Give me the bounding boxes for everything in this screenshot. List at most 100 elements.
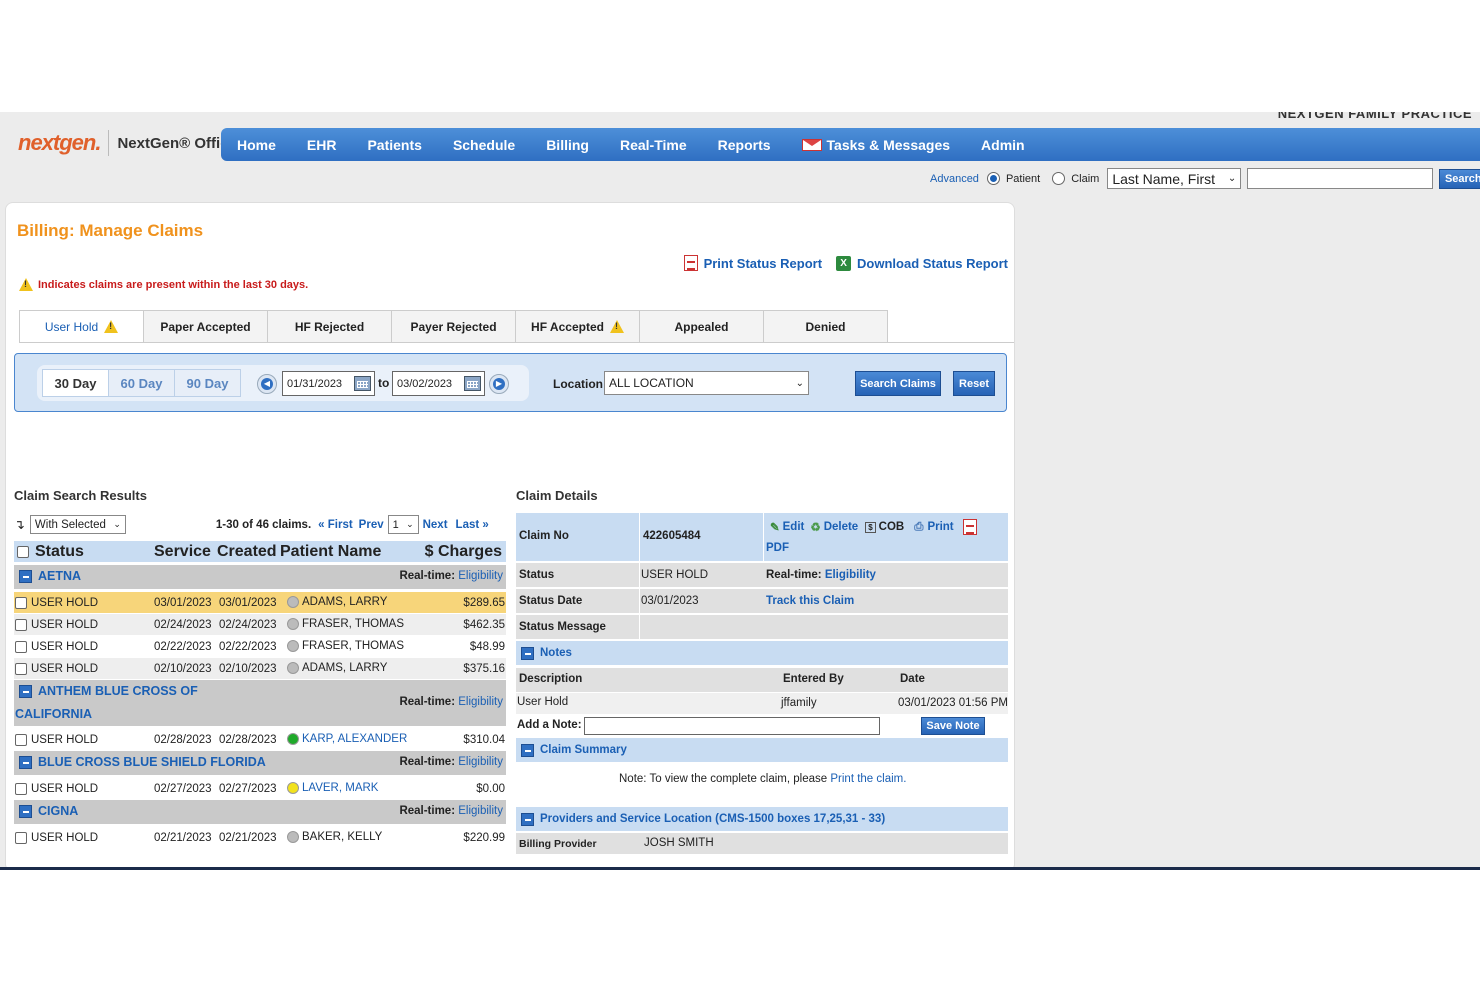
nav-billing[interactable]: Billing (546, 137, 589, 153)
payer-group-header[interactable]: BLUE CROSS BLUE SHIELD FLORIDA Real-time:… (14, 751, 506, 775)
nav-schedule[interactable]: Schedule (453, 137, 515, 153)
table-row[interactable]: USER HOLD 02/24/2023 02/24/2023 FRASER, … (14, 614, 506, 635)
page-value: 1 (392, 518, 399, 531)
collapse-icon[interactable] (521, 743, 534, 757)
nav-admin[interactable]: Admin (981, 137, 1025, 153)
claim-summary-header[interactable]: Claim Summary (516, 738, 1008, 762)
range-90-day[interactable]: 90 Day (174, 369, 241, 397)
location-select[interactable]: ALL LOCATION ⌄ (604, 371, 809, 395)
collapse-icon[interactable] (521, 812, 534, 826)
field-extra-link[interactable]: Track this Claim (766, 595, 854, 607)
print-the-claim-link[interactable]: Print the claim. (830, 773, 906, 785)
patient-name: BAKER, KELLY (302, 831, 383, 844)
table-row[interactable]: USER HOLD 03/01/2023 03/01/2023 ADAMS, L… (14, 592, 506, 613)
pdf-link[interactable]: PDF (766, 542, 789, 554)
patient-radio[interactable] (986, 172, 1000, 185)
nav-home[interactable]: Home (237, 137, 276, 153)
add-note-input[interactable] (584, 717, 880, 735)
next-page-link[interactable]: Next (423, 519, 448, 531)
patient-name[interactable]: KARP, ALEXANDER (302, 734, 407, 746)
realtime-label: Real-time: (399, 570, 456, 582)
collapse-icon[interactable] (19, 685, 32, 699)
save-note-button[interactable]: Save Note (921, 717, 985, 735)
with-selected-select[interactable]: With Selected ⌄ (29, 515, 126, 534)
realtime-label: Real-time: (399, 696, 456, 708)
collapse-icon[interactable] (521, 646, 534, 660)
search-type-select[interactable]: Last Name, First ⌄ (1107, 168, 1242, 189)
prev-range-button[interactable]: ◀ (257, 374, 277, 394)
eligibility-link[interactable]: Eligibility (458, 805, 503, 817)
service-date: 02/24/2023 (154, 618, 212, 631)
created-date: 03/01/2023 (219, 596, 277, 609)
patient-name[interactable]: LAVER, MARK (302, 783, 378, 795)
search-claims-button[interactable]: Search Claims (855, 371, 941, 396)
payer-group-header[interactable]: ANTHEM BLUE CROSS OF CALIFORNIA Real-time… (14, 680, 506, 726)
delete-link[interactable]: Delete (824, 521, 859, 533)
notes-section-header[interactable]: Notes (516, 641, 1008, 665)
collapse-icon[interactable] (19, 756, 32, 770)
start-date-field[interactable]: 01/31/2023 (282, 371, 375, 396)
payer-group-header[interactable]: AETNA Real-time: Eligibility (14, 565, 506, 589)
row-checkbox[interactable] (15, 782, 27, 795)
claim-details-panel: Claim No 422605484 ✎ Edit ♻ Delete $ COB ⎙ P… (516, 513, 1008, 863)
table-row[interactable]: USER HOLD 02/22/2023 02/22/2023 FRASER, … (14, 636, 506, 657)
tab-appealed[interactable]: Appealed (639, 310, 764, 343)
field-extra-link[interactable]: Eligibility (825, 569, 876, 581)
cob-link[interactable]: COB (879, 521, 905, 533)
nextgen-logo: nextgen. (18, 130, 101, 155)
nav-ehr[interactable]: EHR (307, 137, 337, 153)
nav-tasks-messages[interactable]: Tasks & Messages (801, 137, 950, 153)
row-checkbox[interactable] (15, 640, 27, 653)
table-row[interactable]: USER HOLD 02/10/2023 02/10/2023 ADAMS, L… (14, 658, 506, 679)
row-checkbox[interactable] (15, 596, 27, 609)
tab-denied[interactable]: Denied (763, 310, 888, 343)
eligibility-link[interactable]: Eligibility (458, 696, 503, 708)
claim-radio-label: Claim (1071, 172, 1100, 185)
divider (639, 615, 640, 639)
collapse-icon[interactable] (19, 570, 32, 584)
tab-payer-rejected[interactable]: Payer Rejected (391, 310, 516, 343)
end-date-field[interactable]: 03/02/2023 (392, 371, 485, 396)
providers-section-header[interactable]: Providers and Service Location (CMS-1500… (516, 807, 1008, 831)
search-input[interactable] (1247, 168, 1434, 189)
table-row[interactable]: USER HOLD 02/27/2023 02/27/2023 LAVER, M… (14, 778, 506, 799)
calendar-icon[interactable] (354, 376, 371, 391)
first-page-link[interactable]: « First (318, 519, 353, 531)
nav-real-time[interactable]: Real-Time (620, 137, 687, 153)
tab-paper-accepted[interactable]: Paper Accepted (143, 310, 268, 343)
eligibility-link[interactable]: Eligibility (458, 756, 503, 768)
tab-hf-rejected[interactable]: HF Rejected (267, 310, 392, 343)
print-link[interactable]: Print (927, 521, 953, 533)
next-range-button[interactable]: ▶ (489, 374, 509, 394)
row-checkbox[interactable] (15, 662, 27, 675)
page-select[interactable]: 1 ⌄ (387, 515, 419, 534)
advanced-search-link[interactable]: Advanced (930, 173, 979, 185)
tab-hf-accepted[interactable]: HF Accepted (515, 310, 640, 343)
chevron-down-icon: ⌄ (1227, 173, 1237, 184)
search-button[interactable]: Search (1439, 168, 1480, 189)
claim-radio[interactable] (1052, 172, 1066, 185)
row-checkbox[interactable] (15, 618, 27, 631)
tab-user-hold[interactable]: User Hold (19, 310, 144, 343)
claim-status: USER HOLD (31, 733, 99, 746)
select-all-checkbox[interactable] (17, 545, 29, 558)
last-page-link[interactable]: Last » (456, 519, 489, 531)
range-30-day[interactable]: 30 Day (42, 369, 109, 397)
payer-group-header[interactable]: CIGNA Real-time: Eligibility (14, 800, 506, 824)
table-row[interactable]: USER HOLD 02/28/2023 02/28/2023 KARP, AL… (14, 729, 506, 750)
nav-reports[interactable]: Reports (718, 137, 771, 153)
download-status-report-link[interactable]: Download Status Report (857, 256, 1008, 271)
claim-results-grid: ↴ With Selected ⌄ 1-30 of 46 claims. « Fi… (14, 504, 506, 854)
row-checkbox[interactable] (15, 733, 27, 746)
reset-button[interactable]: Reset (953, 371, 995, 396)
row-checkbox[interactable] (15, 831, 27, 844)
table-row[interactable]: USER HOLD 02/21/2023 02/21/2023 BAKER, K… (14, 827, 506, 848)
print-status-report-link[interactable]: Print Status Report (704, 256, 822, 271)
edit-link[interactable]: Edit (783, 521, 805, 533)
prev-page-link[interactable]: Prev (359, 519, 384, 531)
calendar-icon[interactable] (464, 376, 481, 391)
collapse-icon[interactable] (19, 805, 32, 819)
eligibility-link[interactable]: Eligibility (458, 570, 503, 582)
nav-patients[interactable]: Patients (367, 137, 421, 153)
range-60-day[interactable]: 60 Day (108, 369, 175, 397)
